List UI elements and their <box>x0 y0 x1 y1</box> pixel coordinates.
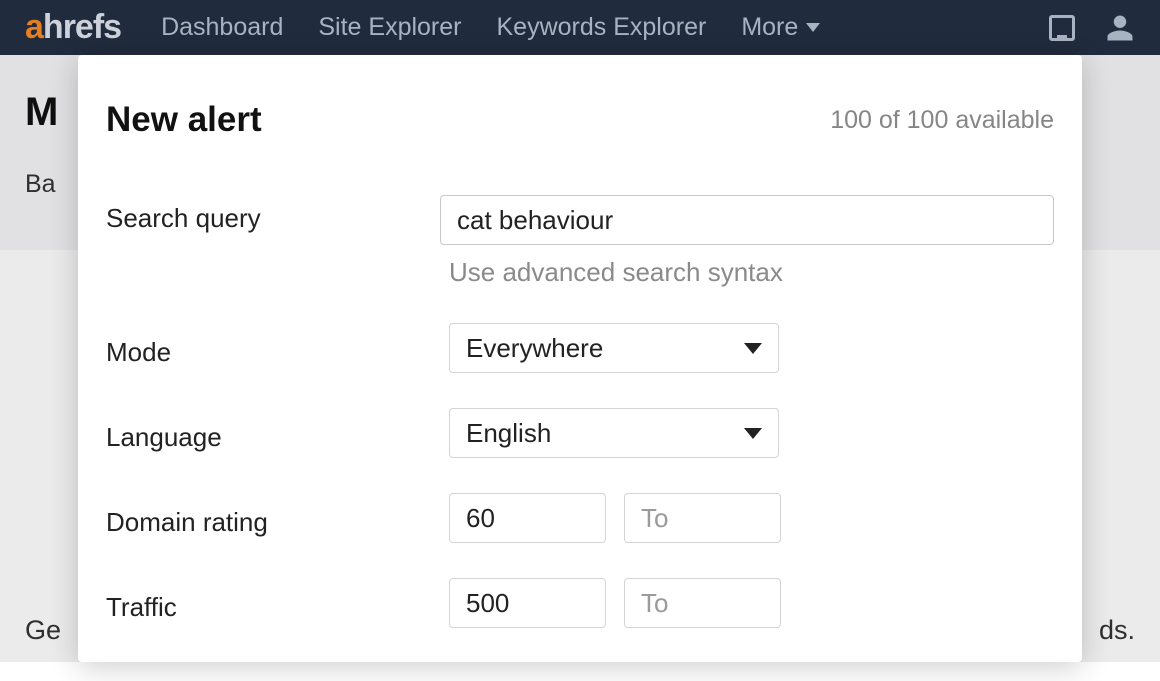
mode-select[interactable]: Everywhere <box>449 323 779 373</box>
chevron-down-icon <box>806 23 820 32</box>
nav-site-explorer[interactable]: Site Explorer <box>318 13 461 42</box>
row-search-query: Search query <box>106 195 1054 245</box>
label-mode: Mode <box>106 329 449 368</box>
chevron-down-icon <box>744 428 762 439</box>
user-icon[interactable] <box>1105 13 1135 43</box>
domain-rating-from-input[interactable] <box>449 493 606 543</box>
label-traffic: Traffic <box>106 584 449 623</box>
topbar-right <box>1049 13 1135 43</box>
advanced-syntax-link[interactable]: Use advanced search syntax <box>449 257 1054 288</box>
chevron-down-icon <box>744 343 762 354</box>
logo[interactable]: ahrefs <box>25 8 121 47</box>
logo-part-a: a <box>25 8 43 46</box>
label-language: Language <box>106 414 449 453</box>
row-language: Language English <box>106 408 1054 458</box>
new-alert-modal: New alert 100 of 100 available Search qu… <box>78 55 1082 662</box>
nav-more[interactable]: More <box>741 13 820 42</box>
language-select[interactable]: English <box>449 408 779 458</box>
nav-dashboard[interactable]: Dashboard <box>161 13 283 42</box>
logo-part-rest: hrefs <box>43 8 121 46</box>
top-nav: ahrefs Dashboard Site Explorer Keywords … <box>0 0 1160 55</box>
modal-title: New alert <box>106 100 262 140</box>
row-traffic: Traffic <box>106 578 1054 628</box>
domain-rating-to-input[interactable] <box>624 493 781 543</box>
label-search-query: Search query <box>106 195 440 234</box>
search-query-input[interactable] <box>440 195 1054 245</box>
modal-header: New alert 100 of 100 available <box>106 100 1054 140</box>
nav-keywords-explorer[interactable]: Keywords Explorer <box>497 13 707 42</box>
language-select-value: English <box>466 418 551 449</box>
traffic-from-input[interactable] <box>449 578 606 628</box>
modal-quota: 100 of 100 available <box>830 106 1054 135</box>
row-mode: Mode Everywhere <box>106 323 1054 373</box>
traffic-to-input[interactable] <box>624 578 781 628</box>
nav-more-label: More <box>741 13 798 42</box>
row-domain-rating: Domain rating <box>106 493 1054 543</box>
inbox-icon[interactable] <box>1049 15 1075 41</box>
mode-select-value: Everywhere <box>466 333 603 364</box>
label-domain-rating: Domain rating <box>106 499 449 538</box>
